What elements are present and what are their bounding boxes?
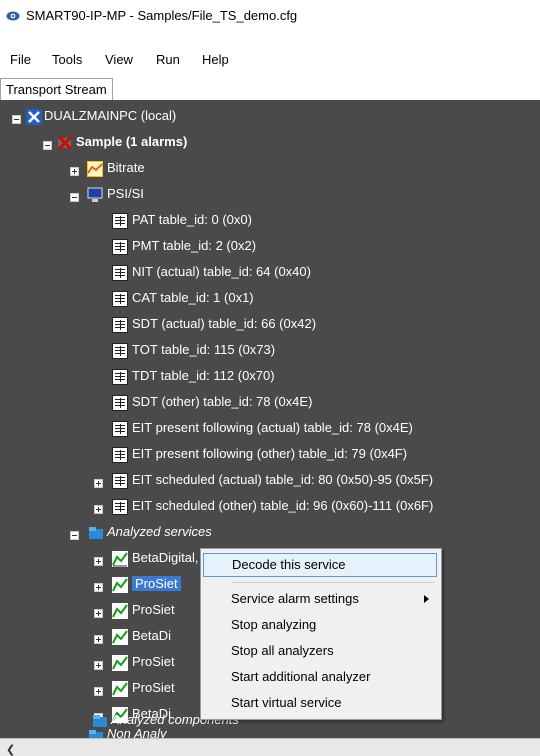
expand-icon[interactable] [94, 479, 103, 488]
table-icon [112, 265, 128, 281]
menu-file[interactable]: File [8, 52, 33, 67]
scroll-left-icon[interactable]: ❮ [6, 743, 15, 756]
horizontal-scrollbar[interactable]: ❮ [0, 738, 540, 756]
collapse-icon[interactable] [43, 141, 52, 150]
bitrate-chart-icon [87, 161, 103, 177]
services-folder-icon [89, 527, 103, 539]
table-icon [112, 447, 128, 463]
tree-node-table[interactable]: EIT scheduled (other) table_id: 96 (0x60… [132, 496, 433, 516]
service-chart-icon [112, 577, 128, 593]
menu-start-additional-analyzer[interactable]: Start additional analyzer [203, 665, 437, 689]
expand-icon[interactable] [94, 505, 103, 514]
table-icon [112, 343, 128, 359]
expand-icon[interactable] [94, 583, 103, 592]
tree-node-table[interactable]: TOT table_id: 115 (0x73) [132, 340, 275, 360]
submenu-arrow-icon [424, 595, 429, 603]
expand-icon[interactable] [70, 167, 79, 176]
menu-service-alarm-settings[interactable]: Service alarm settings [203, 587, 437, 611]
menu-stop-all-analyzers[interactable]: Stop all analyzers [203, 639, 437, 663]
menu-help[interactable]: Help [200, 52, 231, 67]
service-chart-icon [112, 655, 128, 671]
tree-node-service[interactable]: ProSiet [132, 652, 175, 672]
tree-node-root[interactable]: DUALZMAINPC (local) [44, 106, 176, 126]
menu-bar: File Tools View Run Help [0, 46, 540, 72]
tree-node-service[interactable]: ProSiet [132, 600, 175, 620]
service-chart-icon [112, 551, 128, 567]
table-icon [112, 499, 128, 515]
eye-app-icon [6, 11, 20, 21]
service-chart-icon [112, 629, 128, 645]
tree-node-analyzed-services[interactable]: Analyzed services [107, 522, 212, 542]
tree-node-table[interactable]: SDT (other) table_id: 78 (0x4E) [132, 392, 312, 412]
title-bar: SMART90-IP-MP - Samples/File_TS_demo.cfg [0, 0, 540, 32]
table-icon [112, 239, 128, 255]
expand-icon[interactable] [94, 609, 103, 618]
menu-decode-service[interactable]: Decode this service [203, 553, 437, 577]
table-icon [112, 317, 128, 333]
tree-node-psisi[interactable]: PSI/SI [107, 184, 144, 204]
tree-node-service[interactable]: ProSiet [132, 678, 175, 698]
tree-node-table[interactable]: TDT table_id: 112 (0x70) [132, 366, 275, 386]
menu-start-virtual-service[interactable]: Start virtual service [203, 691, 437, 715]
tools-icon [26, 109, 42, 125]
tree-node-sample[interactable]: Sample (1 alarms) [76, 132, 187, 152]
menu-service-alarm-settings-label: Service alarm settings [231, 591, 359, 606]
table-icon [112, 291, 128, 307]
expand-icon[interactable] [94, 661, 103, 670]
table-icon [112, 421, 128, 437]
tree-node-table[interactable]: CAT table_id: 1 (0x1) [132, 288, 254, 308]
collapse-icon[interactable] [70, 193, 79, 202]
tree-node-table[interactable]: EIT present following (other) table_id: … [132, 444, 407, 464]
expand-icon[interactable] [94, 557, 103, 566]
tree-node-service[interactable]: BetaDi [132, 626, 171, 646]
tree-node-table[interactable]: SDT (actual) table_id: 66 (0x42) [132, 314, 316, 334]
expand-icon[interactable] [94, 635, 103, 644]
table-icon [112, 395, 128, 411]
service-chart-icon [112, 681, 128, 697]
service-chart-icon [112, 603, 128, 619]
window-title: SMART90-IP-MP - Samples/File_TS_demo.cfg [26, 8, 298, 23]
tree-node-service-selected[interactable]: ProSiet [132, 574, 181, 594]
menu-run[interactable]: Run [154, 52, 182, 67]
menu-stop-analyzing[interactable]: Stop analyzing [203, 613, 437, 637]
context-menu: Decode this service Service alarm settin… [200, 548, 442, 720]
table-icon [112, 369, 128, 385]
tree-node-table[interactable]: PMT table_id: 2 (0x2) [132, 236, 256, 256]
tree-node-table[interactable]: EIT scheduled (actual) table_id: 80 (0x5… [132, 470, 433, 490]
tree-node-table[interactable]: PAT table_id: 0 (0x0) [132, 210, 252, 230]
menu-tools[interactable]: Tools [50, 52, 84, 67]
tab-transport-stream[interactable]: Transport Stream [0, 78, 113, 101]
menu-view[interactable]: View [103, 52, 135, 67]
monitor-icon [87, 187, 103, 202]
selected-service-label[interactable]: ProSiet [132, 576, 181, 591]
alarm-icon [57, 135, 73, 151]
collapse-icon[interactable] [12, 115, 21, 124]
expand-icon[interactable] [94, 687, 103, 696]
collapse-icon[interactable] [70, 531, 79, 540]
tree-node-table[interactable]: EIT present following (actual) table_id:… [132, 418, 413, 438]
menu-separator [231, 582, 435, 583]
table-icon [112, 213, 128, 229]
table-icon [112, 473, 128, 489]
tab-strip: Transport Stream [0, 78, 540, 101]
tree-node-table[interactable]: NIT (actual) table_id: 64 (0x40) [132, 262, 311, 282]
tree-node-bitrate[interactable]: Bitrate [107, 158, 145, 178]
components-folder-icon [93, 715, 107, 727]
